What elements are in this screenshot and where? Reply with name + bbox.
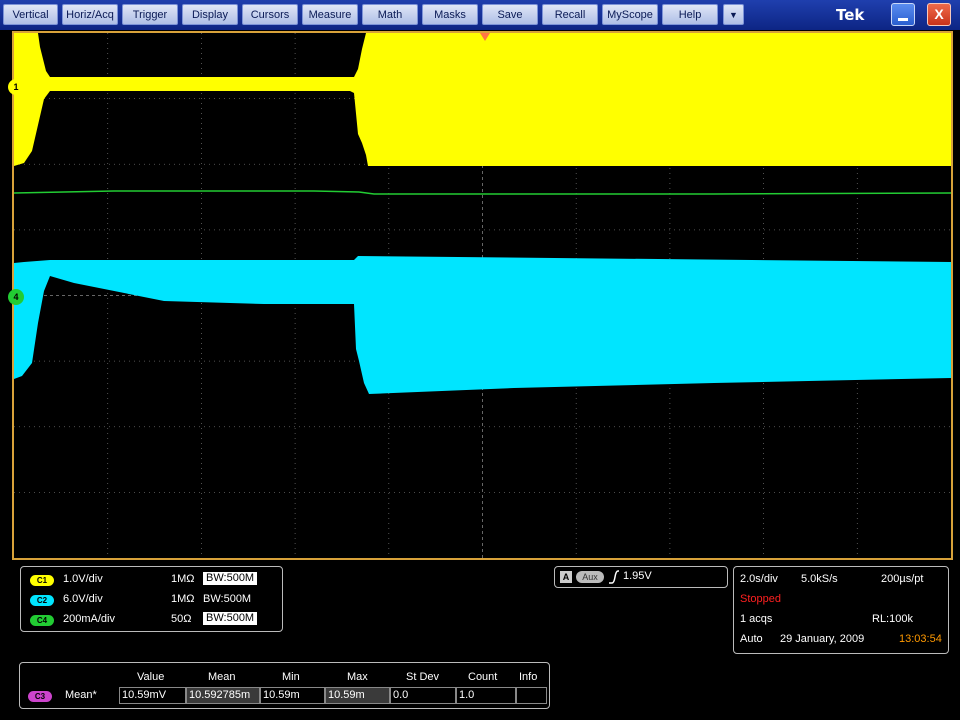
c2-bw-value: W:500M [210,593,252,605]
menu-recall[interactable]: Recall [542,4,598,25]
menu-math[interactable]: Math [362,4,418,25]
sample-rate: 5.0kS/s [801,573,838,585]
cell-info [516,687,547,704]
menu-dropdown-button[interactable]: ▼ [723,4,744,25]
cell-count: 1.0 [456,687,516,704]
waveform-canvas [14,33,951,558]
c2-badge: C2 [30,595,54,606]
cell-mean: 10.592785m [186,687,260,704]
c2-scale: 6.0V/div [63,593,103,605]
header-value: Value [137,671,165,683]
header-min: Min [282,671,300,683]
measurement-label: Mean* [65,689,97,701]
time-per-point: 200µs/pt [881,573,924,585]
menu-save[interactable]: Save [482,4,538,25]
menu-masks[interactable]: Masks [422,4,478,25]
c4-bw-value: W:500M [213,612,255,624]
ch1-ground-marker[interactable]: 1 [8,79,24,95]
acquisition-count: 1 acqs [740,613,773,625]
rising-edge-icon [609,570,619,584]
c4-badge: C4 [30,615,54,626]
trigger-a-badge: A [560,571,572,583]
c2-bandwidth: BW:500M [203,593,251,605]
cell-stdev: 0.0 [390,687,456,704]
ch2-waveform [14,256,951,394]
trigger-source-badge: Aux [576,571,604,583]
c4-bandwidth: BW:500M [203,612,258,625]
trigger-mode: Auto [740,633,763,645]
time-per-div: 2.0s/div [740,573,778,585]
measurement-row[interactable]: C3 [28,690,52,702]
menu-myscope[interactable]: MyScope [602,4,658,25]
menu-display[interactable]: Display [182,4,238,25]
menu-bar: Vertical Horiz/Acq Trigger Display Curso… [0,0,960,30]
c1-scale: 1.0V/div [63,573,103,585]
run-status: Stopped [740,593,781,605]
acquisition-panel[interactable]: 2.0s/div 5.0kS/s 200µs/pt Stopped 1 acqs… [733,566,949,654]
c2-impedance: 1MΩ [171,593,195,605]
header-max: Max [347,671,368,683]
channel-row-c1[interactable]: C1 [30,574,54,586]
menu-cursors[interactable]: Cursors [242,4,298,25]
channel-settings-panel: C1 1.0V/div 1MΩ BW:500M C2 6.0V/div 1MΩ … [20,566,283,632]
channel-row-c4[interactable]: C4 [30,614,54,626]
c1-impedance: 1MΩ [171,573,195,585]
time-display: 13:03:54 [899,633,942,645]
trigger-panel[interactable]: A Aux 1.95V [554,566,728,588]
cell-value: 10.59mV [119,687,186,704]
header-stdev: St Dev [406,671,440,683]
c1-bandwidth: BW:500M [203,572,258,585]
measurement-panel: Value Mean Min Max St Dev Count Info C3 … [19,662,550,709]
menu-vertical[interactable]: Vertical [3,4,58,25]
menu-trigger[interactable]: Trigger [122,4,178,25]
menu-help[interactable]: Help [662,4,718,25]
c4-scale: 200mA/div [63,613,115,625]
c1-bw-value: W:500M [213,572,255,584]
minimize-button[interactable] [891,3,915,26]
menu-horiz-acq[interactable]: Horiz/Acq [62,4,118,25]
waveform-display[interactable]: 1 4 [8,31,953,560]
header-mean: Mean [208,671,236,683]
ch1-waveform [14,33,951,166]
cell-max: 10.59m [325,687,390,704]
trigger-level: 1.95V [623,570,652,582]
c4-impedance: 50Ω [171,613,192,625]
menu-measure[interactable]: Measure [302,4,358,25]
tek-logo: Tek [836,6,865,24]
record-length: RL:100k [872,613,913,625]
header-count: Count [468,671,498,683]
ch4-ground-marker[interactable]: 4 [8,289,24,305]
header-info: Info [519,671,538,683]
cell-min: 10.59m [260,687,325,704]
minimize-icon [898,18,908,21]
c3-badge: C3 [28,691,52,702]
channel-row-c2[interactable]: C2 [30,594,54,606]
close-button[interactable]: X [927,3,951,26]
c1-badge: C1 [30,575,54,586]
date-display: 29 January, 2009 [780,633,865,645]
